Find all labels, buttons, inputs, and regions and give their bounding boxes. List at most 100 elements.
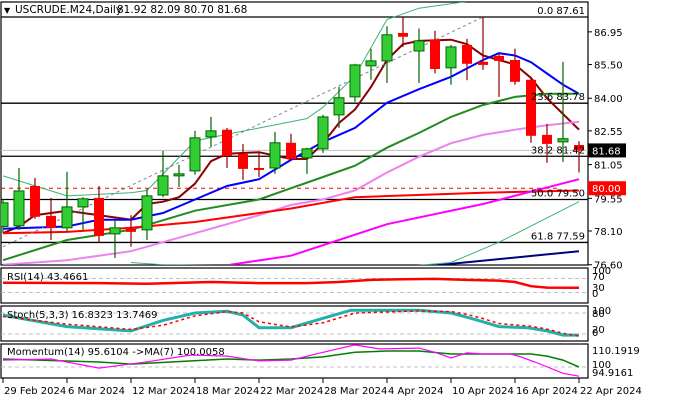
candle-body — [13, 190, 25, 227]
candle[interactable] — [381, 26, 393, 83]
price-chart[interactable]: RSI(14) 43.466110070300Stoch(5,3,3) 16.8… — [0, 0, 700, 400]
candle-body — [61, 206, 73, 229]
date-label: 18 Mar 2024 — [196, 386, 259, 397]
date-label: 22 Mar 2024 — [260, 386, 323, 397]
alert-price-label: 80.00 — [592, 184, 621, 195]
candle[interactable] — [141, 188, 153, 240]
candle-body — [494, 55, 504, 61]
candle[interactable] — [286, 133, 296, 160]
ma-red — [2, 189, 580, 235]
main-price-panel[interactable] — [0, 0, 588, 268]
ma-green — [2, 92, 579, 262]
envelope-upper — [2, 2, 467, 197]
fib-level-label: 61.8 77.59 — [531, 231, 585, 242]
candle[interactable] — [173, 164, 185, 187]
candle-body — [173, 173, 185, 177]
candle[interactable] — [542, 123, 552, 163]
date-label: 12 Mar 2024 — [132, 386, 195, 397]
candle[interactable] — [317, 114, 329, 153]
stoch-axis-label: 80 — [592, 309, 605, 320]
candle-body — [333, 97, 345, 116]
candle-body — [254, 167, 264, 170]
price-tick-label: 82.55 — [594, 127, 623, 138]
price-tick-label: 79.55 — [594, 194, 623, 205]
candle-body — [238, 153, 248, 169]
candle[interactable] — [349, 63, 361, 102]
candle-body — [94, 197, 104, 236]
candle-body — [126, 228, 136, 232]
momentum-axis-label: 110.1919 — [592, 346, 640, 357]
candle-body — [365, 60, 377, 67]
chart-ohlc: 81.92 82.09 80.70 81.68 — [117, 4, 247, 16]
candle[interactable] — [205, 116, 217, 147]
rsi-line — [2, 277, 580, 290]
candle-body — [349, 64, 361, 98]
candle-body — [542, 134, 552, 144]
rsi-axis-label: 70 — [592, 272, 605, 283]
fib-level-label: 23.6 83.78 — [531, 92, 585, 103]
rsi-label: RSI(14) 43.4661 — [7, 272, 88, 283]
candle-body — [109, 227, 121, 235]
candle-body — [557, 138, 569, 143]
candle-body — [413, 40, 425, 52]
candle-body — [222, 129, 232, 156]
candle-body — [478, 61, 488, 65]
stoch-label: Stoch(5,3,3) 16.8323 13.7469 — [7, 310, 158, 321]
candle-body — [462, 44, 472, 64]
candle[interactable] — [189, 130, 201, 175]
panel-frame-1 — [0, 267, 589, 304]
trend-line — [2, 16, 484, 248]
candle[interactable] — [238, 143, 248, 180]
candle-body — [30, 185, 40, 217]
candle-body — [46, 215, 56, 228]
candle[interactable] — [301, 147, 313, 174]
date-label: 29 Feb 2024 — [4, 386, 66, 397]
candle[interactable] — [61, 171, 73, 232]
stoch-axis-label: 0 — [592, 328, 598, 339]
ma-navy — [3, 250, 580, 265]
candle-body — [189, 137, 201, 172]
candle-body — [205, 130, 217, 138]
panel-frame-0 — [0, 1, 589, 266]
candle-body — [445, 46, 457, 69]
candle[interactable] — [413, 28, 425, 83]
candle-body — [301, 148, 313, 159]
fib-level-label: 38.2 81.42 — [531, 145, 585, 156]
candle-body — [286, 142, 296, 159]
momentum-axis-label: 94.9161 — [592, 368, 633, 379]
candle-body — [269, 142, 281, 169]
date-label: 22 Apr 2024 — [580, 386, 642, 397]
candle-body — [141, 195, 153, 231]
fib-level-label: 0.0 87.61 — [537, 6, 585, 17]
price-tick-label: 81.05 — [594, 161, 623, 172]
candle[interactable] — [478, 17, 488, 70]
date-label: 6 Mar 2024 — [68, 386, 125, 397]
candle[interactable] — [494, 53, 504, 97]
candle[interactable] — [526, 76, 536, 143]
candle-body — [510, 59, 520, 82]
candle[interactable] — [46, 197, 56, 240]
price-tick-label: 78.10 — [594, 227, 623, 238]
candle[interactable] — [13, 167, 25, 230]
candle[interactable] — [157, 150, 169, 198]
price-tick-label: 76.60 — [594, 261, 623, 272]
candle[interactable] — [462, 38, 472, 81]
date-label: 10 Apr 2024 — [452, 386, 514, 397]
candle-body — [381, 34, 393, 62]
date-label: 16 Apr 2024 — [516, 386, 578, 397]
chart-header-arrow-icon[interactable]: ▼ — [4, 6, 11, 15]
date-label: 28 Mar 2024 — [324, 386, 387, 397]
rsi-axis-label: 0 — [592, 289, 598, 300]
candle[interactable] — [30, 177, 40, 219]
current-price-label: 81.68 — [592, 146, 621, 157]
candle[interactable] — [222, 127, 232, 168]
fib-level-label: 50.0 79.50 — [531, 188, 585, 199]
candle-body — [430, 39, 440, 69]
candle-body — [157, 175, 169, 196]
candle[interactable] — [269, 131, 281, 174]
price-tick-label: 86.95 — [594, 28, 623, 39]
candle-body — [317, 116, 329, 150]
chart-symbol: USCRUDE.M24,Daily — [15, 4, 122, 16]
candle[interactable] — [430, 30, 440, 74]
candle[interactable] — [333, 86, 345, 128]
